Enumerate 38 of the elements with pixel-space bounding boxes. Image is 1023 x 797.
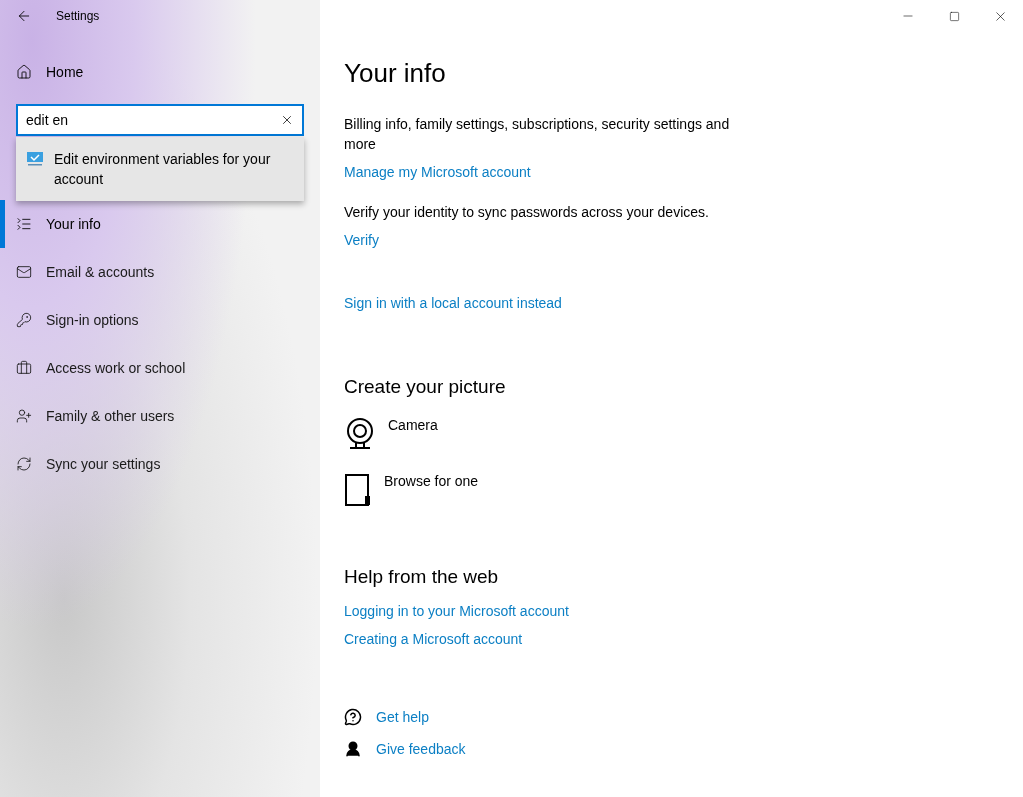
sync-icon bbox=[16, 456, 32, 472]
maximize-icon bbox=[948, 10, 960, 22]
picture-option[interactable]: Camera bbox=[344, 417, 438, 453]
verify-text: Verify your identity to sync passwords across your devices. bbox=[344, 203, 710, 222]
clear-icon[interactable] bbox=[280, 113, 294, 127]
section-heading: Help from the web bbox=[344, 565, 500, 589]
verify-link[interactable]: Verify bbox=[344, 230, 379, 250]
picture-option[interactable]: Browse for one bbox=[344, 473, 479, 507]
mail-icon bbox=[16, 264, 32, 280]
manage-account-link[interactable]: Manage my Microsoft account bbox=[344, 162, 531, 182]
help-link[interactable]: Creating a Microsoft account bbox=[344, 629, 523, 649]
nav-item[interactable]: Email & accounts bbox=[0, 248, 320, 296]
back-button[interactable] bbox=[16, 8, 32, 24]
home-nav-item[interactable]: Home bbox=[0, 48, 320, 96]
footer-link[interactable]: Get help bbox=[344, 707, 429, 727]
monitor-icon bbox=[26, 151, 44, 167]
briefcase-icon bbox=[16, 360, 32, 376]
user-plus-icon bbox=[16, 408, 32, 424]
key-icon bbox=[16, 312, 32, 328]
help-link[interactable]: Logging in to your Microsoft account bbox=[344, 601, 569, 621]
nav-item[interactable]: Family & other users bbox=[0, 392, 320, 440]
home-icon bbox=[16, 64, 32, 80]
window-title: Settings bbox=[56, 9, 100, 23]
search-input[interactable]: edit en bbox=[26, 112, 276, 128]
nav-item[interactable]: Your info bbox=[0, 200, 320, 248]
person-icon bbox=[344, 740, 362, 758]
nav-item[interactable]: Sign-in options bbox=[0, 296, 320, 344]
section-heading: Create your picture bbox=[344, 375, 507, 399]
search-field[interactable]: edit en bbox=[16, 104, 304, 136]
nav-item[interactable]: Sync your settings bbox=[0, 440, 320, 488]
chat-question-icon bbox=[344, 708, 362, 726]
footer-link[interactable]: Give feedback bbox=[344, 739, 466, 759]
billing-text: Billing info, family settings, subscriptions, security settings and more bbox=[344, 115, 731, 154]
page-title: Your info bbox=[344, 57, 447, 90]
nav-item[interactable]: Access work or school bbox=[0, 344, 320, 392]
tablet-icon bbox=[344, 473, 372, 507]
search-suggestion[interactable]: Edit environment variables for your account bbox=[16, 145, 304, 193]
local-account-link[interactable]: Sign in with a local account instead bbox=[344, 293, 562, 313]
